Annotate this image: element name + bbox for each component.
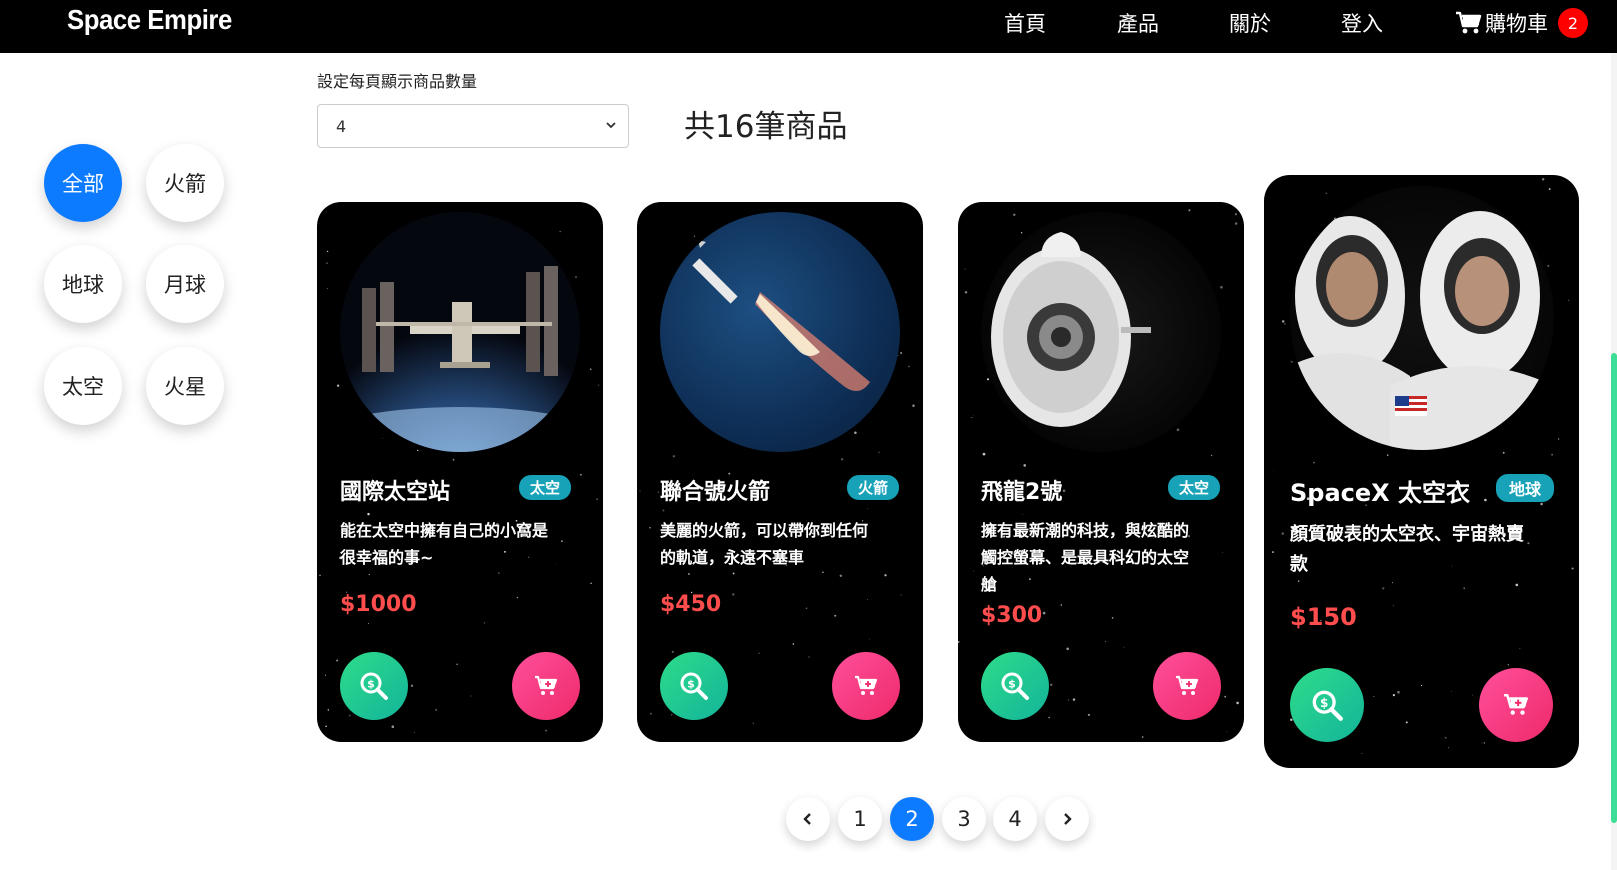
product-description-line: 能在太空中擁有自己的小窩是	[340, 521, 549, 540]
magnify-dollar-icon: $	[1312, 690, 1343, 721]
nav-login[interactable]: 登入	[1341, 8, 1383, 38]
pagination-next-button[interactable]	[1045, 797, 1089, 841]
product-card: 飛龍2號 太空 擁有最新潮的科技，與炫酷的 觸控螢幕、是最具科幻的太空 艙 $3…	[958, 202, 1244, 742]
product-tag-badge: 太空	[519, 475, 571, 500]
category-mars[interactable]: 火星	[146, 347, 224, 425]
page-size-label: 設定每頁顯示商品數量	[317, 72, 478, 91]
magnify-dollar-icon: $	[680, 672, 708, 700]
product-title[interactable]: SpaceX 太空衣	[1290, 473, 1470, 508]
pagination-prev-button[interactable]	[786, 797, 830, 841]
product-detail-button[interactable]: $	[1290, 668, 1364, 742]
product-image-spacesuits	[1290, 186, 1554, 450]
page-size-select[interactable]: 4	[317, 104, 629, 148]
product-card: 聯合號火箭 火箭 美麗的火箭，可以帶你到任何 的軌道，永遠不塞車 $450 $	[637, 202, 923, 742]
add-to-cart-button[interactable]	[832, 652, 900, 720]
category-moon[interactable]: 月球	[146, 245, 224, 323]
product-description-line: 觸控螢幕、是最具科幻的太空	[981, 548, 1190, 567]
product-description-line: 很幸福的事~	[340, 548, 434, 567]
product-tag-badge: 太空	[1168, 475, 1220, 500]
product-image-dragon-capsule	[981, 212, 1221, 452]
product-price: $450	[660, 592, 722, 617]
product-description-line: 擁有最新潮的科技，與炫酷的	[981, 521, 1190, 540]
add-to-cart-button[interactable]	[1479, 668, 1553, 742]
nav-home[interactable]: 首頁	[1004, 8, 1046, 38]
cart-plus-icon	[1176, 675, 1199, 695]
pagination-page-2[interactable]: 2	[890, 797, 934, 841]
brand-logo[interactable]: Space Empire	[67, 4, 232, 36]
cart-count-badge: 2	[1558, 8, 1588, 38]
magnify-dollar-icon: $	[1001, 672, 1029, 700]
product-title[interactable]: 聯合號火箭	[660, 474, 770, 506]
product-card: SpaceX 太空衣 地球 顏質破表的太空衣、宇宙熱賣 款 $150 $	[1264, 175, 1579, 768]
product-description: 能在太空中擁有自己的小窩是 很幸福的事~	[340, 517, 590, 571]
shopping-cart-icon	[1456, 11, 1482, 34]
cart-plus-icon	[535, 675, 558, 695]
add-to-cart-button[interactable]	[1153, 652, 1221, 720]
category-rocket[interactable]: 火箭	[146, 144, 224, 222]
scrollbar[interactable]	[1611, 53, 1617, 870]
product-title[interactable]: 飛龍2號	[981, 474, 1062, 506]
product-description: 美麗的火箭，可以帶你到任何 的軌道，永遠不塞車	[660, 517, 910, 571]
product-tag-badge: 地球	[1496, 474, 1554, 502]
product-description-line: 艙	[981, 575, 998, 594]
cart-plus-icon	[855, 675, 878, 695]
product-image-space-station	[340, 212, 580, 452]
product-detail-button[interactable]: $	[981, 652, 1049, 720]
page-size-value: 4	[336, 116, 347, 136]
chevron-down-icon	[606, 122, 616, 129]
svg-text:$: $	[367, 678, 375, 691]
svg-text:$: $	[1008, 678, 1016, 691]
total-count: 共16筆商品	[684, 109, 848, 145]
cart-plus-icon	[1504, 694, 1529, 715]
chevron-left-icon	[803, 813, 811, 825]
product-description-line: 的軌道，永遠不塞車	[660, 548, 805, 567]
category-all[interactable]: 全部	[44, 144, 122, 222]
magnify-dollar-icon: $	[360, 672, 388, 700]
product-description-line: 顏質破表的太空衣、宇宙熱賣	[1290, 524, 1524, 545]
pagination-page-1[interactable]: 1	[838, 797, 882, 841]
product-description-line: 美麗的火箭，可以帶你到任何	[660, 521, 869, 540]
svg-text:$: $	[1319, 696, 1327, 710]
nav-cart[interactable]: 購物車 2	[1455, 8, 1588, 38]
product-detail-button[interactable]: $	[340, 652, 408, 720]
product-description: 擁有最新潮的科技，與炫酷的 觸控螢幕、是最具科幻的太空 艙	[981, 517, 1231, 598]
category-earth[interactable]: 地球	[44, 245, 122, 323]
nav-products[interactable]: 產品	[1117, 8, 1159, 38]
pagination-page-4[interactable]: 4	[993, 797, 1037, 841]
product-description-line: 款	[1290, 554, 1308, 575]
add-to-cart-button[interactable]	[512, 652, 580, 720]
nav-about[interactable]: 關於	[1229, 8, 1271, 38]
navbar: Space Empire 首頁 產品 關於 登入 購物車 2	[0, 0, 1617, 53]
category-space[interactable]: 太空	[44, 347, 122, 425]
product-title[interactable]: 國際太空站	[340, 474, 450, 506]
chevron-right-icon	[1064, 813, 1072, 825]
product-price: $150	[1290, 603, 1357, 631]
scrollbar-thumb[interactable]	[1611, 353, 1617, 823]
product-detail-button[interactable]: $	[660, 652, 728, 720]
product-image-rocket	[660, 212, 900, 452]
product-description: 顏質破表的太空衣、宇宙熱賣 款	[1290, 520, 1565, 580]
cart-label: 購物車	[1485, 12, 1548, 36]
product-price: $300	[981, 603, 1043, 628]
svg-text:$: $	[687, 678, 695, 691]
product-price: $1000	[340, 592, 417, 617]
product-card: 國際太空站 太空 能在太空中擁有自己的小窩是 很幸福的事~ $1000 $	[317, 202, 603, 742]
pagination-page-3[interactable]: 3	[942, 797, 986, 841]
product-tag-badge: 火箭	[847, 475, 899, 500]
